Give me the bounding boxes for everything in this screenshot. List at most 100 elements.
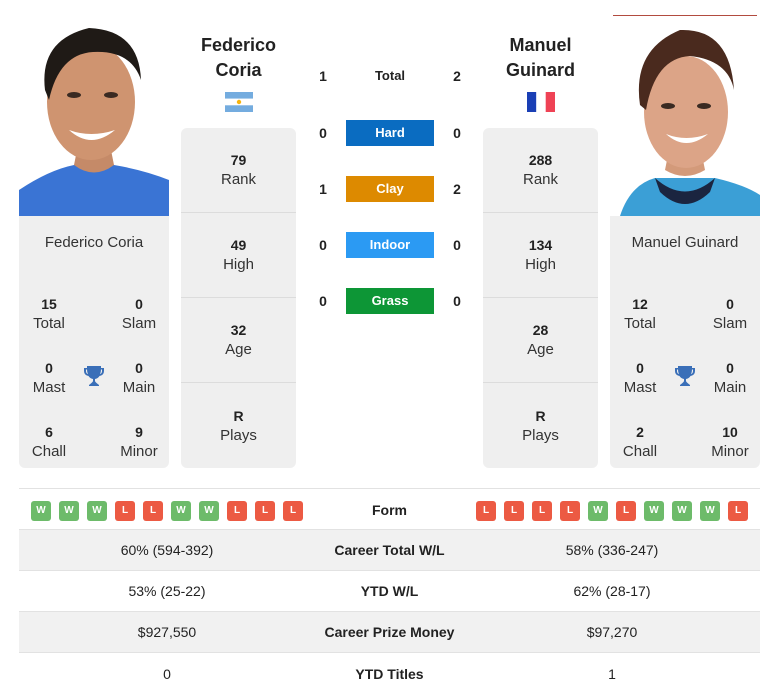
h2h-right-count: 2 xyxy=(453,181,461,197)
form-win-badge[interactable]: W xyxy=(644,501,664,521)
stat-age: 32 Age xyxy=(181,298,296,383)
h2h-right-count: 2 xyxy=(453,68,461,84)
player-stats-right: 288 Rank 134 High 28 Age R Plays xyxy=(483,128,598,468)
player-name-right[interactable]: Manuel Guinard xyxy=(483,33,598,83)
form-row: WWWLLWWLLL Form LLLLWLWWWL xyxy=(19,488,760,530)
titles-mast: 0 Mast xyxy=(610,358,670,398)
titles-label: Chall xyxy=(622,443,658,460)
titles-panel-left: Federico Coria 15 Total 0 Slam 0 Mast 0 Main… xyxy=(19,216,169,468)
titles-value: 6 xyxy=(45,424,53,440)
form-win-badge[interactable]: W xyxy=(672,501,692,521)
titles-value: 0 xyxy=(726,360,734,376)
titles-slam: 0 Slam xyxy=(700,294,760,334)
titles-label: Minor xyxy=(711,443,749,460)
form-badges-right: LLLLWLWWWL xyxy=(476,501,748,521)
titles-value: 0 xyxy=(135,296,143,312)
surface-hard-badge[interactable]: Hard xyxy=(346,120,434,146)
titles-label: Chall xyxy=(31,443,67,460)
titles-value: 10 xyxy=(722,424,738,440)
form-win-badge[interactable]: W xyxy=(31,501,51,521)
h2h-left-count: 0 xyxy=(319,125,327,141)
form-loss-badge[interactable]: L xyxy=(143,501,163,521)
comparison-label: Career Prize Money xyxy=(324,624,455,640)
form-loss-badge[interactable]: L xyxy=(728,501,748,521)
stat-label: Plays xyxy=(220,426,257,444)
stat-value: 32 xyxy=(230,322,247,338)
comparison-label: YTD Titles xyxy=(355,665,424,682)
comparison-left-value: $927,550 xyxy=(137,624,197,640)
form-label: Form xyxy=(372,502,407,518)
stat-plays: R Plays xyxy=(483,383,598,468)
titles-player-name[interactable]: Manuel Guinard xyxy=(610,234,760,252)
stat-high: 49 High xyxy=(181,213,296,298)
comparison-label: Career Total W/L xyxy=(334,542,445,558)
player-first-name-right: Manuel xyxy=(509,35,572,55)
comparison-right-value: 62% (28-17) xyxy=(573,583,651,599)
form-loss-badge[interactable]: L xyxy=(560,501,580,521)
player-last-name-left: Coria xyxy=(215,60,262,80)
titles-player-name[interactable]: Federico Coria xyxy=(19,234,169,252)
argentina-flag-icon xyxy=(225,92,253,112)
form-loss-badge[interactable]: L xyxy=(115,501,135,521)
form-loss-badge[interactable]: L xyxy=(227,501,247,521)
titles-label: Mast xyxy=(32,379,66,396)
comparison-row-career-wl: 60% (594-392) Career Total W/L 58% (336-… xyxy=(19,530,760,571)
comparison-left-value: 0 xyxy=(163,665,171,682)
trophy-icon xyxy=(84,366,104,386)
h2h-surface-row: 0 Indoor 0 xyxy=(310,232,470,258)
photo-top-border xyxy=(613,15,757,16)
stat-label: High xyxy=(525,256,556,273)
form-loss-badge[interactable]: L xyxy=(283,501,303,521)
form-win-badge[interactable]: W xyxy=(588,501,608,521)
player-name-left[interactable]: Federico Coria xyxy=(181,33,296,83)
comparison-row-ytd-wl: 53% (25-22) YTD W/L 62% (28-17) xyxy=(19,571,760,612)
player-portrait-right xyxy=(610,20,760,216)
form-win-badge[interactable]: W xyxy=(59,501,79,521)
h2h-left-count: 0 xyxy=(319,293,327,309)
stat-label: Rank xyxy=(220,171,257,188)
titles-value: 0 xyxy=(636,360,644,376)
comparison-left-value: 53% (25-22) xyxy=(128,583,206,599)
form-win-badge[interactable]: W xyxy=(171,501,191,521)
form-loss-badge[interactable]: L xyxy=(616,501,636,521)
player-photo-left[interactable] xyxy=(19,20,169,216)
titles-label: Main xyxy=(713,379,747,396)
comparison-right-value: 1 xyxy=(608,665,616,682)
form-win-badge[interactable]: W xyxy=(87,501,107,521)
comparison-right-value: $97,270 xyxy=(586,624,638,640)
form-win-badge[interactable]: W xyxy=(700,501,720,521)
form-loss-badge[interactable]: L xyxy=(532,501,552,521)
titles-chall: 2 Chall xyxy=(610,422,670,462)
titles-slam: 0 Slam xyxy=(109,294,169,334)
h2h-right-count: 0 xyxy=(453,125,461,141)
titles-panel-right: Manuel Guinard 12 Total 0 Slam 0 Mast 0 Main… xyxy=(610,216,760,468)
stat-value: R xyxy=(233,407,244,424)
stat-label: Age xyxy=(225,341,252,358)
form-loss-badge[interactable]: L xyxy=(476,501,496,521)
comparison-row-prize-money: $927,550 Career Prize Money $97,270 xyxy=(19,612,760,653)
titles-minor: 9 Minor xyxy=(109,422,169,462)
form-loss-badge[interactable]: L xyxy=(255,501,275,521)
player-portrait-left xyxy=(19,20,169,216)
stat-label: High xyxy=(223,256,254,273)
player-first-name-left: Federico xyxy=(200,35,277,55)
form-win-badge[interactable]: W xyxy=(199,501,219,521)
titles-value: 0 xyxy=(45,360,53,376)
titles-label: Slam xyxy=(121,315,157,332)
titles-value: 2 xyxy=(636,424,644,440)
comparison-right-value: 58% (336-247) xyxy=(565,542,659,558)
titles-value: 0 xyxy=(726,296,734,312)
form-loss-badge[interactable]: L xyxy=(504,501,524,521)
stat-value: 134 xyxy=(528,237,553,253)
surface-clay-badge[interactable]: Clay xyxy=(346,176,434,202)
stat-value: R xyxy=(535,407,546,424)
surface-indoor-badge[interactable]: Indoor xyxy=(346,232,434,258)
player-photo-right[interactable] xyxy=(610,20,760,216)
stat-label: Rank xyxy=(522,171,559,188)
surface-grass-badge[interactable]: Grass xyxy=(346,288,434,314)
france-flag-icon xyxy=(527,92,555,112)
titles-label: Main xyxy=(122,379,156,396)
stat-age: 28 Age xyxy=(483,298,598,383)
h2h-total-row: 1 Total 2 xyxy=(310,63,470,89)
stat-rank: 79 Rank xyxy=(181,128,296,213)
